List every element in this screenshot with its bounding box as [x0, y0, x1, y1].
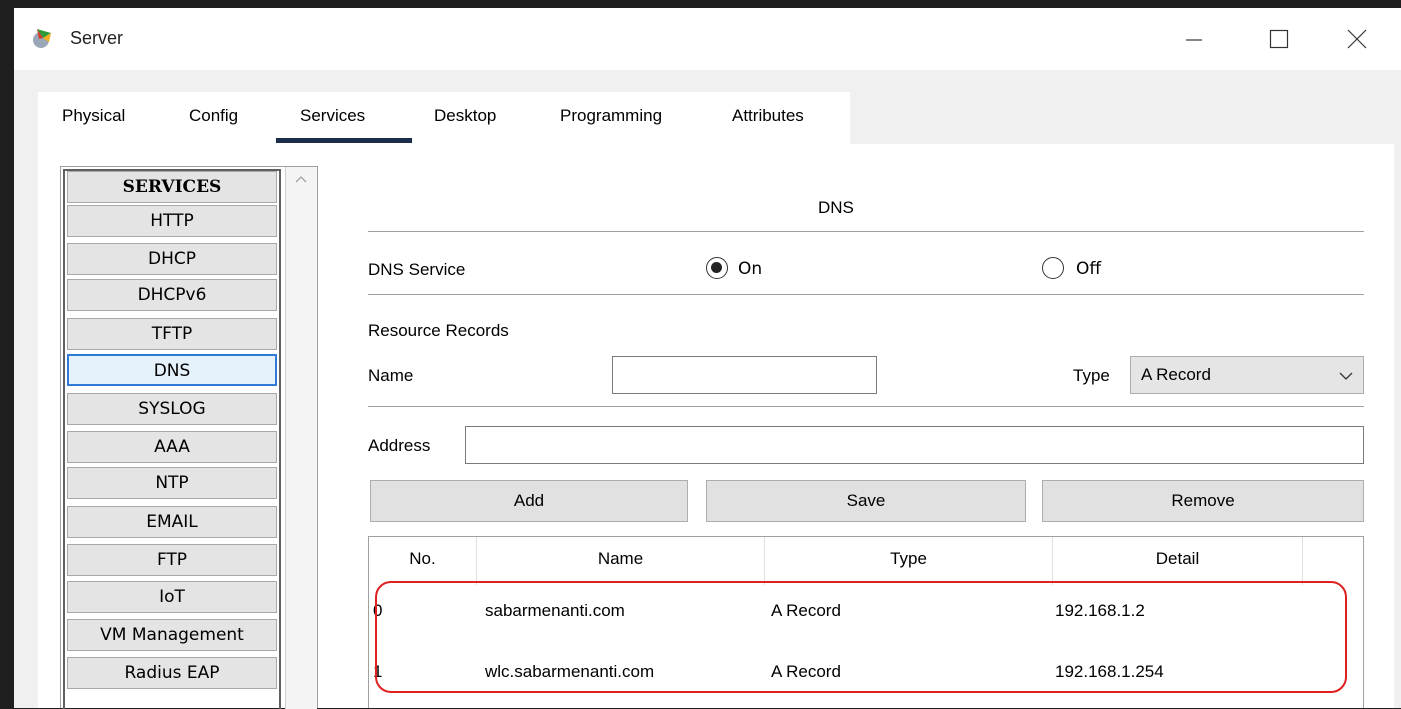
service-email[interactable]: EMAIL [67, 506, 277, 538]
column-header-type[interactable]: Type [765, 537, 1053, 585]
services-content: SERVICES HTTP DHCP DHCPv6 TFTP DNS SYSLO… [38, 144, 1394, 709]
radio-selected-dot [711, 262, 722, 273]
records-table: No. Name Type Detail 0 sabarmenanti.com … [368, 536, 1364, 708]
row-no: 1 [373, 662, 383, 681]
tab-desktop[interactable]: Desktop [434, 106, 496, 126]
row-no: 0 [373, 601, 383, 620]
row-type: A Record [771, 662, 841, 681]
address-input[interactable] [465, 426, 1364, 464]
service-tftp[interactable]: TFTP [67, 318, 277, 350]
tab-physical[interactable]: Physical [62, 106, 125, 126]
type-label: Type [1073, 366, 1110, 385]
row-detail: 192.168.1.2 [1055, 601, 1145, 620]
row-detail: 192.168.1.254 [1055, 662, 1164, 681]
column-header-extra [1303, 537, 1363, 585]
dns-service-label: DNS Service [368, 260, 466, 279]
resource-records-label: Resource Records [368, 321, 509, 340]
service-ftp[interactable]: FTP [67, 544, 277, 576]
service-dhcp[interactable]: DHCP [67, 243, 277, 275]
server-window: Server Physical Config Services Desktop … [14, 8, 1401, 709]
close-icon [1347, 29, 1367, 49]
divider [368, 406, 1364, 407]
dns-off-radio[interactable] [1042, 257, 1064, 279]
service-radius-eap[interactable]: Radius EAP [67, 657, 277, 689]
name-input[interactable] [612, 356, 877, 394]
minimize-icon [1186, 39, 1202, 41]
type-select[interactable]: A Record [1130, 356, 1364, 394]
row-name: sabarmenanti.com [485, 601, 625, 620]
service-vm-management[interactable]: VM Management [67, 619, 277, 651]
service-dns[interactable]: DNS [67, 354, 277, 386]
maximize-button[interactable] [1256, 20, 1302, 56]
column-header-detail[interactable]: Detail [1053, 537, 1303, 585]
window-title: Server [70, 28, 124, 48]
row-name: wlc.sabarmenanti.com [485, 662, 655, 681]
maximize-icon [1269, 29, 1289, 49]
scroll-up-icon[interactable] [295, 175, 307, 183]
column-header-name[interactable]: Name [477, 537, 765, 585]
name-label: Name [368, 366, 414, 385]
row-type: A Record [771, 601, 841, 620]
save-button[interactable]: Save [706, 480, 1026, 522]
dns-on-radio[interactable] [706, 257, 728, 279]
active-tab-indicator [276, 138, 412, 143]
services-scrollbar[interactable] [285, 167, 317, 709]
minimize-button[interactable] [1170, 20, 1216, 56]
tab-bar: Physical Config Services Desktop Program… [38, 92, 850, 144]
column-header-no[interactable]: No. [369, 537, 477, 585]
add-button[interactable]: Add [370, 480, 688, 522]
tab-attributes[interactable]: Attributes [732, 106, 804, 126]
service-aaa[interactable]: AAA [67, 431, 277, 463]
service-http[interactable]: HTTP [67, 205, 277, 237]
tab-config[interactable]: Config [189, 106, 238, 126]
services-list: SERVICES HTTP DHCP DHCPv6 TFTP DNS SYSLO… [63, 169, 281, 709]
chevron-down-icon [1339, 372, 1353, 380]
type-select-value: A Record [1141, 365, 1211, 384]
service-dhcpv6[interactable]: DHCPv6 [67, 279, 277, 311]
services-header: SERVICES [67, 171, 277, 203]
remove-button[interactable]: Remove [1042, 480, 1364, 522]
tab-services[interactable]: Services [300, 106, 365, 126]
title-bar: Server [14, 8, 1401, 70]
divider [368, 231, 1364, 232]
address-label: Address [368, 436, 431, 455]
service-iot[interactable]: IoT [67, 581, 277, 613]
service-syslog[interactable]: SYSLOG [67, 393, 277, 425]
close-button[interactable] [1334, 20, 1380, 56]
server-app-icon [33, 29, 51, 48]
services-list-panel: SERVICES HTTP DHCP DHCPv6 TFTP DNS SYSLO… [60, 166, 318, 709]
dns-on-label[interactable]: On [738, 259, 762, 279]
service-ntp[interactable]: NTP [67, 467, 277, 499]
dns-off-label[interactable]: Off [1076, 259, 1101, 279]
tab-programming[interactable]: Programming [560, 106, 662, 126]
dns-heading: DNS [818, 198, 854, 217]
divider [368, 294, 1364, 295]
